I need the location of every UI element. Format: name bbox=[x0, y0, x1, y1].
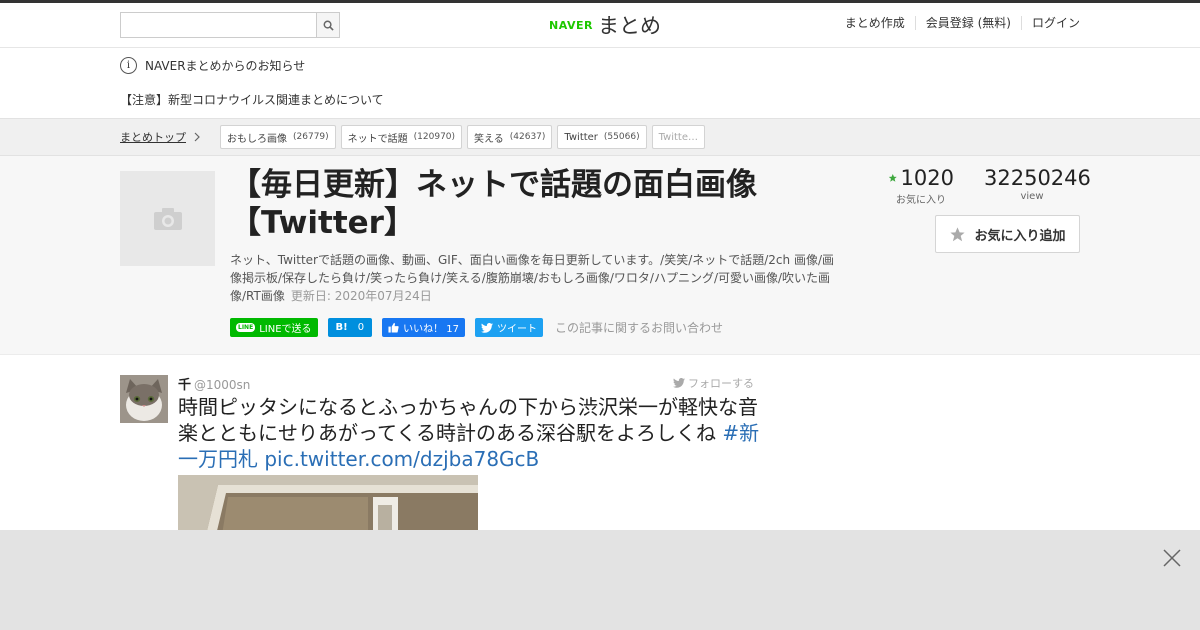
follow-button[interactable]: フォローする bbox=[673, 375, 754, 391]
tag-label: おもしろ画像 bbox=[227, 133, 287, 145]
search-input[interactable] bbox=[120, 12, 316, 38]
twitter-bird-icon bbox=[673, 378, 685, 388]
article-title: 【毎日更新】ネットで話題の面白画像【Twitter】 bbox=[230, 167, 757, 241]
tag-list: おもしろ画像 (26779) ネットで話題 (120970) 笑える (42637) … bbox=[220, 125, 705, 149]
info-icon: i bbox=[120, 57, 137, 74]
station-photo bbox=[178, 475, 478, 535]
tag-twitter[interactable]: Twitter (55066) bbox=[557, 125, 647, 149]
tweet-button[interactable]: ツイート bbox=[474, 318, 543, 337]
views-count: 32250246 bbox=[984, 166, 1091, 190]
favorites-label: お気に入り bbox=[896, 195, 946, 206]
tag-label: ネットで話題 bbox=[347, 133, 408, 145]
article-header: 【毎日更新】ネットで話題の面白画像【Twitter】 ネット、Twitterで話… bbox=[0, 156, 1200, 355]
tag-net-wadai[interactable]: ネットで話題 (120970) bbox=[340, 125, 463, 149]
add-favorite-button[interactable]: お気に入り追加 bbox=[935, 215, 1080, 253]
tag-count: (42637) bbox=[509, 132, 546, 142]
login-link[interactable]: ログイン bbox=[1020, 16, 1080, 30]
notice-title: NAVERまとめからのお知らせ bbox=[145, 59, 306, 73]
breadcrumb-home[interactable]: まとめトップ bbox=[120, 129, 201, 145]
tag-label: 笑える bbox=[474, 133, 504, 145]
tweet-author[interactable]: 千 @1000sn bbox=[178, 374, 250, 393]
close-icon bbox=[1163, 549, 1181, 567]
views-stat: 32250246 view bbox=[984, 166, 1091, 202]
line-share-label: LINEで送る bbox=[259, 324, 312, 335]
create-matome-link[interactable]: まとめ作成 bbox=[845, 16, 915, 30]
tweet-text: 時間ピッタシになるとふっかちゃんの下から渋沢栄一が軽快な音楽とともにせりあがって… bbox=[178, 394, 763, 472]
twitter-bird-icon bbox=[480, 322, 493, 333]
article-description: ネット、Twitterで話題の画像、動画、GIF、面白い画像を毎日更新しています… bbox=[230, 251, 845, 305]
search-button[interactable] bbox=[316, 12, 340, 38]
tweet-handle: @1000sn bbox=[194, 378, 251, 392]
facebook-like-button[interactable]: いいね！ 17 bbox=[382, 318, 465, 337]
tweet-media-link[interactable]: pic.twitter.com/dzjba78GcB bbox=[264, 447, 539, 471]
site-logo[interactable]: NAVER まとめ bbox=[549, 11, 661, 39]
tag-label: Twitte… bbox=[658, 131, 698, 143]
hatena-bookmark-button[interactable]: B! 0 bbox=[327, 318, 373, 337]
views-label: view bbox=[1020, 191, 1044, 202]
tweet-image[interactable] bbox=[178, 475, 478, 535]
share-bar: LINE LINEで送る B! 0 いいね！ 17 ツイート この記事に関するお問い… bbox=[230, 318, 723, 337]
tweet-body: 時間ピッタシになるとふっかちゃんの下から渋沢栄一が軽快な音楽とともにせりあがって… bbox=[178, 395, 758, 445]
favorites-stat: 1020 お気に入り bbox=[888, 166, 954, 206]
inquiry-link[interactable]: この記事に関するお問い合わせ bbox=[555, 319, 723, 336]
chevron-right-icon bbox=[194, 132, 200, 142]
tag-count: (26779) bbox=[293, 132, 329, 142]
tag-label: Twitter bbox=[564, 131, 598, 143]
hatena-count: 0 bbox=[357, 322, 365, 333]
tag-omoshiro[interactable]: おもしろ画像 (26779) bbox=[220, 125, 336, 149]
close-ad-button[interactable] bbox=[1162, 548, 1182, 568]
star-icon bbox=[950, 226, 966, 241]
breadcrumb-home-label: まとめトップ bbox=[120, 131, 186, 144]
follow-label: フォローする bbox=[688, 377, 754, 390]
favorites-count: 1020 bbox=[900, 166, 954, 190]
tag-count: (120970) bbox=[413, 132, 456, 142]
hatena-icon: B! bbox=[335, 322, 348, 333]
star-icon bbox=[888, 174, 897, 182]
updated-date: 更新日: 2020年07月24日 bbox=[290, 289, 432, 303]
tag-count: (55066) bbox=[603, 132, 640, 142]
cat-avatar-image bbox=[120, 375, 168, 423]
add-favorite-label: お気に入り追加 bbox=[974, 227, 1066, 243]
line-share-button[interactable]: LINE LINEで送る bbox=[230, 318, 318, 337]
logo-matome: まとめ bbox=[597, 14, 661, 38]
tweet-author-name: 千 bbox=[178, 378, 192, 393]
line-icon: LINE bbox=[236, 323, 256, 332]
camera-icon bbox=[153, 207, 182, 230]
notice-heading: i NAVERまとめからのお知らせ bbox=[120, 57, 305, 74]
notice-link[interactable]: 【注意】新型コロナウイルス関連まとめについて bbox=[120, 91, 384, 108]
tag-waraeru[interactable]: 笑える (42637) bbox=[467, 125, 553, 149]
header-nav: まとめ作成 会員登録 (無料) ログイン bbox=[845, 16, 1080, 30]
ad-banner bbox=[0, 530, 1200, 630]
breadcrumb: まとめトップ おもしろ画像 (26779) ネットで話題 (120970) 笑える (… bbox=[0, 118, 1200, 156]
thumbs-up-icon bbox=[388, 322, 399, 333]
register-link[interactable]: 会員登録 (無料) bbox=[914, 16, 1021, 30]
logo-naver: NAVER bbox=[549, 18, 593, 32]
tag-more[interactable]: Twitte… bbox=[651, 125, 705, 149]
article-thumbnail bbox=[120, 171, 215, 266]
site-header: NAVER まとめ まとめ作成 会員登録 (無料) ログイン bbox=[0, 3, 1200, 48]
tweet-label: ツイート bbox=[496, 324, 537, 335]
search-icon bbox=[323, 20, 334, 31]
avatar[interactable] bbox=[120, 375, 168, 423]
facebook-like-label: いいね！ 17 bbox=[403, 324, 459, 335]
